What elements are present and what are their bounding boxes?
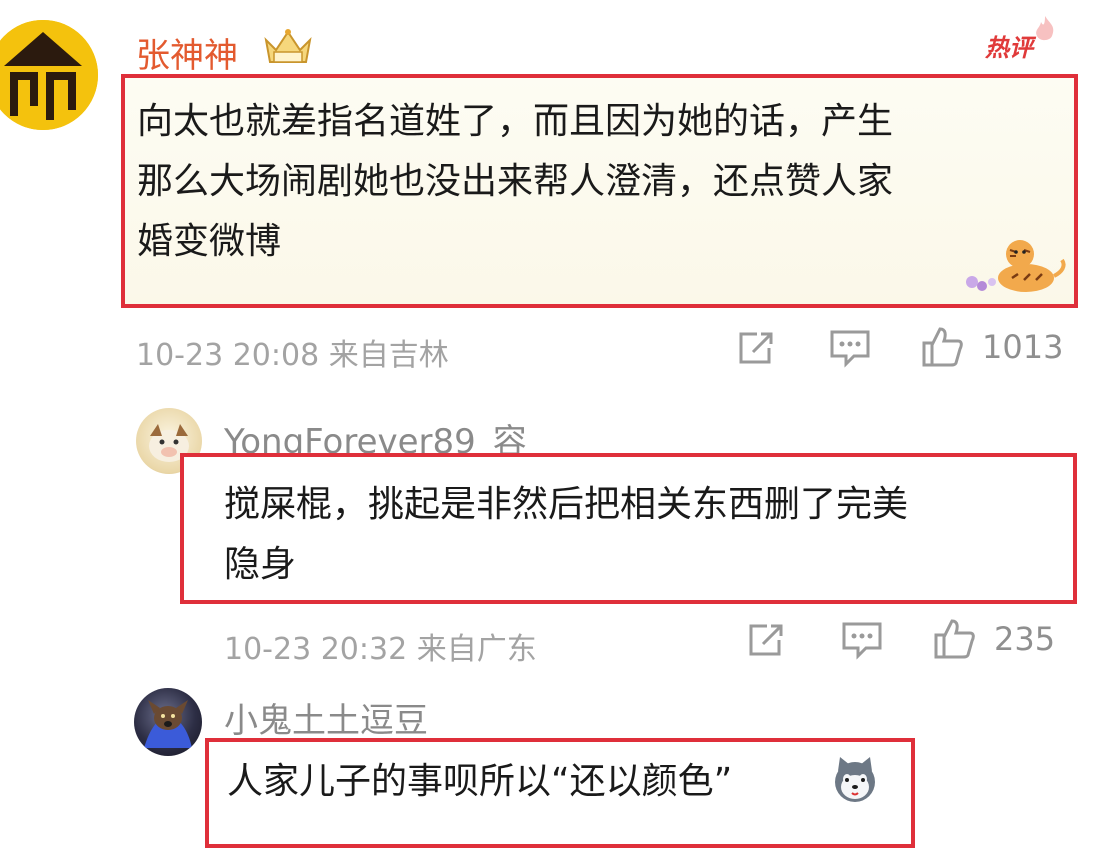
comment-content-highlight: 搅屎棍，挑起是非然后把相关东西删了完美 隐身 <box>180 453 1077 604</box>
like-count: 1013 <box>982 328 1064 366</box>
location: 来自广东 <box>416 632 537 667</box>
thumbs-up-icon[interactable] <box>932 617 976 659</box>
avatar[interactable] <box>0 20 98 130</box>
timestamp: 10-23 20:32 <box>224 632 408 667</box>
location: 来自吉林 <box>328 338 449 373</box>
hot-comment-tag: 热评 <box>985 34 1033 62</box>
comment-icon[interactable] <box>828 328 872 368</box>
username[interactable]: 张神神 <box>136 28 238 77</box>
comment-meta: 10-23 20:32 来自广东 <box>224 624 537 668</box>
timestamp: 10-23 20:08 <box>136 338 320 373</box>
comment-text-line: 向太也就差指名道姓了，而且因为她的话，产生 <box>137 101 894 142</box>
thumbs-up-icon[interactable] <box>920 325 964 367</box>
vip-crown-icon <box>262 24 314 70</box>
comment-content-highlight: 向太也就差指名道姓了，而且因为她的话，产生 那么大场闹剧她也没出来帮人澄清，还点… <box>121 74 1078 308</box>
avatar[interactable] <box>134 688 202 756</box>
comment-text-line: 人家儿子的事呗所以“还以颜色” <box>227 761 733 802</box>
comment-text-line: 搅屎棍，挑起是非然后把相关东西删了完美 <box>224 484 909 525</box>
tiger-sticker <box>958 236 1070 298</box>
comment-content-highlight: 人家儿子的事呗所以“还以颜色” <box>205 738 915 848</box>
husky-emoji <box>830 755 880 805</box>
comment-text-line: 婚变微博 <box>137 221 282 262</box>
share-icon[interactable] <box>735 328 779 368</box>
share-icon[interactable] <box>745 620 789 660</box>
comment-text-line: 那么大场闹剧她也没出来帮人澄清，还点赞人家 <box>137 161 894 202</box>
like-count: 235 <box>994 620 1056 658</box>
comment-meta: 10-23 20:08 来自吉林 <box>136 330 449 374</box>
flame-icon <box>1032 14 1058 44</box>
username[interactable]: 小鬼土土逗豆 <box>224 693 428 742</box>
comment-icon[interactable] <box>840 620 884 660</box>
comment-text-line: 隐身 <box>224 544 297 585</box>
